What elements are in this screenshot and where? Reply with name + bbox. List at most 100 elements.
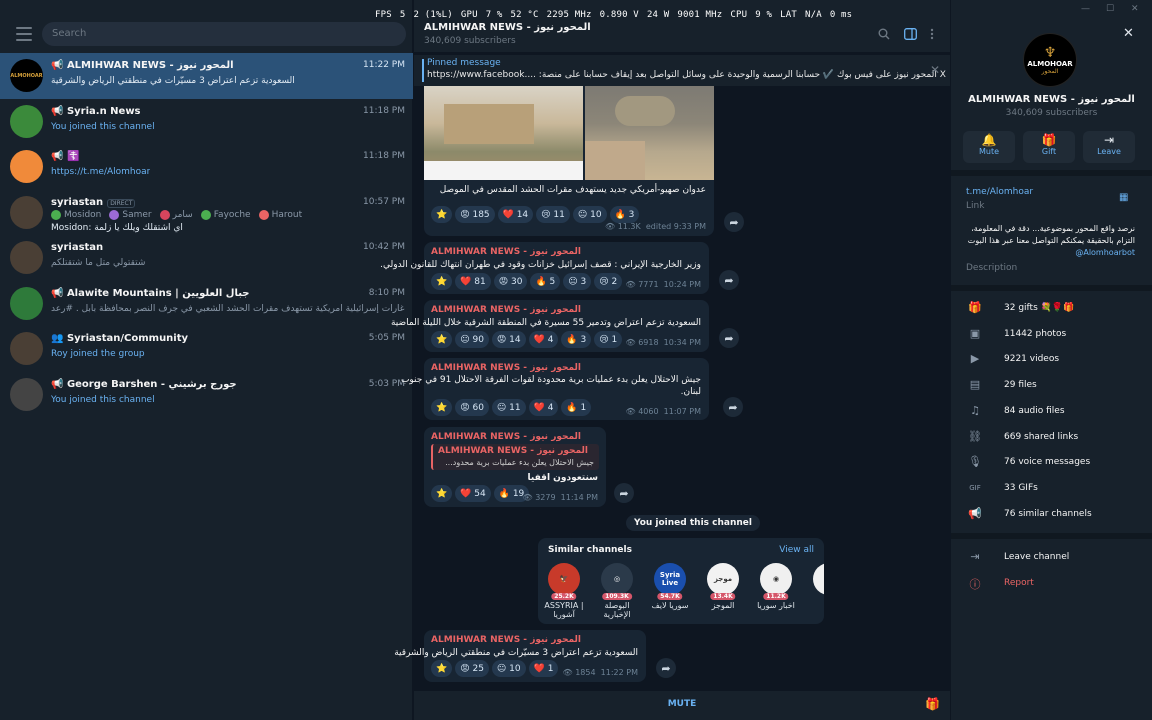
reaction-chip[interactable]: 😐 10 bbox=[491, 660, 526, 677]
share-button[interactable]: ➦ bbox=[719, 328, 739, 348]
message-bubble[interactable]: ALMIHWAR NEWS - المحور نيوز ALMIHWAR NEW… bbox=[424, 427, 606, 507]
media-row[interactable]: ▶ 9221 videos bbox=[951, 349, 1152, 371]
share-button[interactable]: ➦ bbox=[719, 270, 739, 290]
reaction-chip[interactable]: ⭐ bbox=[431, 399, 453, 416]
reaction-chip[interactable]: ❤️ 1 bbox=[528, 660, 559, 677]
similar-channel-item[interactable]: 🦅 25.2K ASSYRIA | آشوريا bbox=[540, 563, 588, 619]
chat-list-item[interactable]: ALMOHOAR 📢 ALMIHWAR NEWS - المحور نيوز 11:… bbox=[0, 53, 413, 99]
qr-code-icon[interactable]: ▦ bbox=[1119, 192, 1128, 203]
channel-link[interactable]: t.me/Alomhoar bbox=[966, 187, 1033, 197]
reaction-chip[interactable]: 😐 10 bbox=[572, 206, 607, 223]
reaction-chip[interactable]: 😢 1 bbox=[594, 331, 623, 348]
photo[interactable] bbox=[424, 86, 583, 180]
chat-list-item[interactable]: 📢 Syria.n News 11:18 PM You joined this ch… bbox=[0, 99, 413, 145]
message-sender[interactable]: ALMIHWAR NEWS - المحور نيوز bbox=[431, 247, 581, 257]
media-row[interactable]: 📢 76 similar channels bbox=[951, 504, 1152, 526]
sidebar-toggle-icon[interactable] bbox=[904, 28, 917, 43]
mute-action-button[interactable]: 🔔 Mute bbox=[963, 131, 1015, 163]
leave-action-button[interactable]: ⇥ Leave bbox=[1083, 131, 1135, 163]
reaction-chip[interactable]: ⭐ bbox=[431, 331, 453, 348]
gift-action-button[interactable]: 🎁 Gift bbox=[1023, 131, 1075, 163]
media-row[interactable]: 🎁 32 gifts 💐🌹🎁 bbox=[951, 298, 1152, 320]
reaction-chip[interactable]: ❤️ 81 bbox=[455, 273, 491, 290]
reaction-chip[interactable]: 🔥 3 bbox=[561, 331, 592, 348]
maximize-icon[interactable]: ☐ bbox=[1106, 4, 1114, 14]
share-button[interactable]: ➦ bbox=[656, 658, 676, 678]
reaction-chip[interactable]: 😡 25 bbox=[455, 660, 489, 677]
similar-channel-item[interactable]: ◎ 109.3K البوصلة الإخبارية bbox=[593, 563, 641, 619]
message-text: سنتعودون اقفيا bbox=[527, 473, 598, 483]
more-icon[interactable] bbox=[930, 28, 934, 43]
chat-list-item[interactable]: 📢 ☦️ 11:18 PM https://t.me/Alomhoar bbox=[0, 144, 413, 190]
link-icon: ⛓ bbox=[968, 429, 982, 443]
message-sender[interactable]: ALMIHWAR NEWS - المحور نيوز bbox=[431, 432, 581, 442]
report-row[interactable]: ⓘ Report bbox=[951, 573, 1152, 595]
media-row[interactable]: ▣ 11442 photos bbox=[951, 324, 1152, 346]
media-row[interactable]: GIF 33 GIFs bbox=[951, 478, 1152, 500]
chat-list-item[interactable]: 👥 Syriastan/Community 5:05 PM Roy joined t… bbox=[0, 326, 413, 372]
reaction-chip[interactable]: 🔥 3 bbox=[609, 206, 640, 223]
pinned-message[interactable]: Pinned message https://www.facebook.... … bbox=[414, 54, 950, 86]
message-bubble[interactable]: عدوان صهيو-أمريكي جديد يستهدف مقرات الحش… bbox=[424, 86, 714, 236]
reaction-chip[interactable]: ❤️ 4 bbox=[528, 331, 559, 348]
reaction-chip[interactable]: 😡 185 bbox=[455, 206, 495, 223]
message-bubble[interactable]: ALMIHWAR NEWS - المحور نيوز وزير الخارجي… bbox=[380, 242, 709, 294]
media-row[interactable]: ⛓ 669 shared links bbox=[951, 427, 1152, 449]
reaction-chip[interactable]: 😡 30 bbox=[493, 273, 528, 290]
reaction-chip[interactable]: 😢 11 bbox=[536, 206, 570, 223]
share-button[interactable]: ➦ bbox=[723, 397, 743, 417]
share-button[interactable]: ➦ bbox=[724, 212, 744, 232]
gift-icon[interactable]: 🎁 bbox=[925, 697, 940, 711]
reaction-chip[interactable]: 😡 60 bbox=[455, 399, 489, 416]
menu-icon[interactable] bbox=[16, 27, 32, 41]
chat-list-item[interactable]: syriastan DIRECT 10:57 PM Mosidon Samer سامر F… bbox=[0, 190, 413, 236]
reaction-chip[interactable]: 😐 3 bbox=[563, 273, 592, 290]
media-row[interactable]: 🎙 76 voice messages bbox=[951, 452, 1152, 474]
media-row[interactable]: ▤ 29 files bbox=[951, 375, 1152, 397]
leave-channel-row[interactable]: ⇥ Leave channel bbox=[951, 547, 1152, 569]
minimize-icon[interactable]: — bbox=[1081, 4, 1090, 14]
message-bubble[interactable]: ALMIHWAR NEWS - المحور نيوز السعودية تزع… bbox=[391, 300, 709, 352]
similar-channel-item[interactable]: ◉ 11.2K اخبار سوريا bbox=[752, 563, 800, 610]
chat-list-item[interactable]: syriastan 10:42 PM شتقتولي متل ما شتقتلكم bbox=[0, 235, 413, 281]
reaction-chip[interactable]: ⭐ bbox=[431, 660, 453, 677]
search-input[interactable]: Search bbox=[42, 22, 406, 46]
view-all-link[interactable]: View all bbox=[779, 545, 814, 555]
reaction-chip[interactable]: ❤️ 14 bbox=[497, 206, 534, 223]
similar-channel-item[interactable]: موجز 13.4K الموجز bbox=[699, 563, 747, 610]
mute-button[interactable]: MUTE bbox=[414, 699, 950, 709]
share-button[interactable]: ➦ bbox=[614, 483, 634, 503]
photo[interactable] bbox=[585, 86, 714, 180]
window-close-icon[interactable]: ✕ bbox=[1131, 4, 1139, 14]
chat-list-item[interactable]: 📢 George Barshen - جورج برشيني 5:03 PM You… bbox=[0, 372, 413, 418]
reaction-chip[interactable]: 😡 14 bbox=[491, 331, 526, 348]
media-row[interactable]: ♫ 84 audio files bbox=[951, 401, 1152, 423]
reaction-chip[interactable]: ❤️ 54 bbox=[455, 485, 491, 502]
chat-title[interactable]: ALMIHWAR NEWS - المحور نيوز bbox=[424, 22, 591, 33]
channel-logo[interactable]: ♆ ALMOHOAR المحور bbox=[1023, 33, 1077, 87]
close-icon[interactable]: ✕ bbox=[930, 63, 940, 77]
message-bubble[interactable]: ALMIHWAR NEWS - المحور نيوز جيش الاحتلال… bbox=[401, 358, 709, 420]
osd-value: 9 % bbox=[755, 10, 773, 20]
reaction-chip[interactable]: 😐 11 bbox=[491, 399, 526, 416]
bot-link[interactable]: @Alomhoarbot bbox=[1075, 247, 1135, 259]
similar-channel-item[interactable]: Sy bbox=[805, 563, 824, 610]
message-sender[interactable]: ALMIHWAR NEWS - المحور نيوز bbox=[431, 635, 581, 645]
reaction-chip[interactable]: 🔥 5 bbox=[530, 273, 561, 290]
reaction-chip[interactable]: ⭐ bbox=[431, 206, 453, 223]
message-sender[interactable]: ALMIHWAR NEWS - المحور نيوز bbox=[431, 363, 581, 373]
message-sender[interactable]: ALMIHWAR NEWS - المحور نيوز bbox=[431, 305, 581, 315]
reply-quote[interactable]: ALMIHWAR NEWS - المحور نيوز جيش الاحتلال… bbox=[431, 444, 599, 470]
reaction-chip[interactable]: 😢 2 bbox=[594, 273, 623, 290]
reaction-chip[interactable]: 😐 90 bbox=[455, 331, 489, 348]
reaction-chip[interactable]: 🔥 1 bbox=[561, 399, 592, 416]
search-icon[interactable] bbox=[878, 28, 890, 43]
similar-channel-mark: 🦅 bbox=[559, 575, 569, 583]
chat-list-item[interactable]: 📢 Alawite Mountains | جبال العلويين 8:10 … bbox=[0, 281, 413, 327]
message-bubble[interactable]: ALMIHWAR NEWS - المحور نيوز السعودية تزع… bbox=[394, 630, 646, 682]
similar-channel-item[interactable]: Syria Live 54.7K سوريا لايف bbox=[646, 563, 694, 610]
close-panel-icon[interactable]: ✕ bbox=[1123, 26, 1134, 41]
reaction-chip[interactable]: ❤️ 4 bbox=[528, 399, 559, 416]
reaction-chip[interactable]: ⭐ bbox=[431, 485, 453, 502]
reaction-chip[interactable]: ⭐ bbox=[431, 273, 453, 290]
